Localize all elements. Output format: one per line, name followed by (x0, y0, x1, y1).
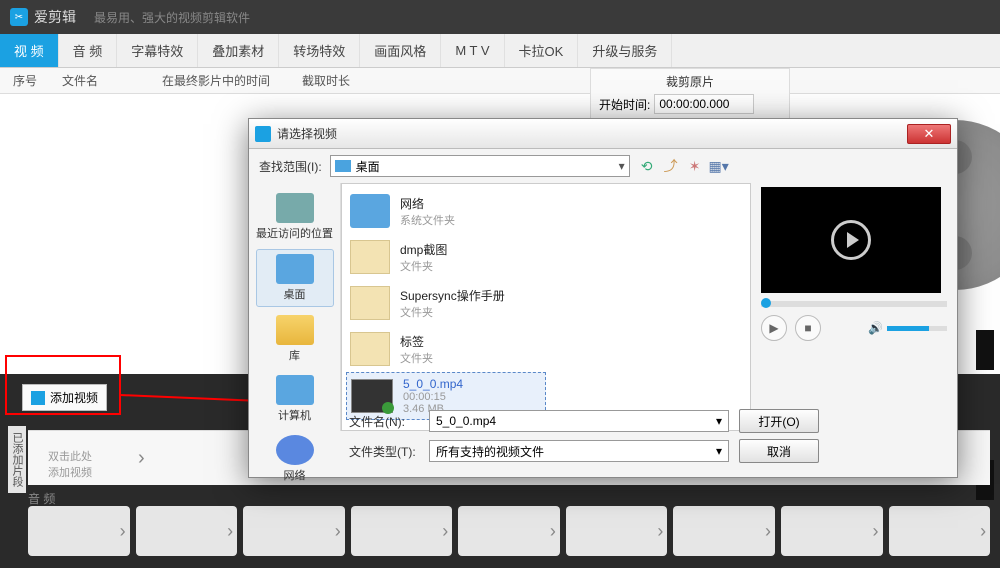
chevron-right-icon: › (442, 521, 448, 542)
desktop-icon (335, 160, 351, 172)
up-icon[interactable]: ⤴ (662, 157, 680, 175)
folder-icon (350, 240, 390, 274)
col-duration: 截取时长 (290, 72, 390, 89)
file-open-dialog: 请选择视频 ✕ 查找范围(I): 桌面 ▾ ⟲ ⤴ ✶ ▦▾ 最近访问的位置 桌… (248, 118, 958, 478)
speaker-icon: 🔊 (868, 321, 883, 335)
preview-pane: ▶ ■ 🔊 (757, 183, 957, 431)
look-in-label: 查找范围(I): (259, 158, 322, 175)
close-button[interactable]: ✕ (907, 124, 951, 144)
tab-upgrade[interactable]: 升级与服务 (578, 34, 672, 67)
clip-slot[interactable]: › (889, 506, 991, 556)
col-filename: 文件名 (50, 72, 150, 89)
dialog-titlebar: 请选择视频 ✕ (249, 119, 957, 149)
video-thumb-icon (351, 379, 393, 413)
clip-slot[interactable]: › (781, 506, 883, 556)
filetype-dropdown[interactable]: 所有支持的视频文件▾ (429, 440, 729, 462)
place-library[interactable]: 库 (256, 311, 334, 367)
crop-panel: 裁剪原片 开始时间: (590, 68, 790, 119)
play-icon (831, 220, 871, 260)
app-header: ✂ 爱剪辑 最易用、强大的视频剪辑软件 (0, 0, 1000, 34)
app-name: 爱剪辑 (34, 7, 76, 27)
main-tabs: 视 频 音 频 字幕特效 叠加素材 转场特效 画面风格 M T V 卡拉OK 升… (0, 34, 1000, 68)
place-network[interactable]: 网络 (256, 431, 334, 487)
view-menu-icon[interactable]: ▦▾ (710, 157, 728, 175)
audio-track-label: 音 频 (28, 490, 55, 507)
chevron-right-icon: › (138, 447, 145, 470)
add-video-button[interactable]: 添加视频 (22, 384, 107, 411)
new-folder-icon[interactable]: ✶ (686, 157, 704, 175)
places-bar: 最近访问的位置 桌面 库 计算机 网络 (249, 183, 341, 431)
place-computer[interactable]: 计算机 (256, 371, 334, 427)
chevron-right-icon: › (873, 521, 879, 542)
volume-control[interactable]: 🔊 (868, 321, 947, 335)
dialog-toolbar: 查找范围(I): 桌面 ▾ ⟲ ⤴ ✶ ▦▾ (249, 149, 957, 183)
file-list[interactable]: 网络系统文件夹 dmp截图文件夹 Supersync操作手册文件夹 标签文件夹 … (341, 183, 751, 431)
crop-start-label: 开始时间: (599, 96, 650, 113)
crop-start-input[interactable] (654, 94, 754, 114)
clip-slot[interactable]: › (673, 506, 775, 556)
side-marker (976, 330, 994, 370)
chevron-down-icon: ▾ (619, 159, 625, 173)
add-hint: 双击此处添加视频 (48, 448, 92, 480)
file-item[interactable]: Supersync操作手册文件夹 (346, 280, 746, 326)
col-time-in-final: 在最终影片中的时间 (150, 72, 290, 89)
crop-title: 裁剪原片 (599, 73, 781, 94)
stop-button[interactable]: ■ (795, 315, 821, 341)
tab-audio[interactable]: 音 频 (59, 34, 118, 67)
place-recent[interactable]: 最近访问的位置 (256, 189, 334, 245)
track-label: 已添加片段 (8, 426, 26, 493)
film-icon (31, 391, 45, 405)
look-in-value: 桌面 (356, 158, 380, 175)
folder-icon (350, 332, 390, 366)
preview-seek[interactable] (761, 301, 947, 307)
chevron-right-icon: › (120, 521, 126, 542)
tab-subtitle[interactable]: 字幕特效 (117, 34, 198, 67)
preview-video[interactable] (761, 187, 941, 293)
col-index: 序号 (0, 72, 50, 89)
tab-overlay[interactable]: 叠加素材 (198, 34, 279, 67)
tab-video[interactable]: 视 频 (0, 34, 59, 67)
chevron-right-icon: › (335, 521, 341, 542)
file-item[interactable]: 标签文件夹 (346, 326, 746, 372)
filename-label: 文件名(N): (349, 413, 419, 430)
clip-slot[interactable]: › (566, 506, 668, 556)
chevron-right-icon: › (765, 521, 771, 542)
filetype-label: 文件类型(T): (349, 443, 419, 460)
app-slogan: 最易用、强大的视频剪辑软件 (94, 9, 250, 26)
file-item[interactable]: dmp截图文件夹 (346, 234, 746, 280)
chevron-right-icon: › (227, 521, 233, 542)
back-icon[interactable]: ⟲ (638, 157, 656, 175)
tab-karaoke[interactable]: 卡拉OK (505, 34, 579, 67)
chevron-right-icon: › (550, 521, 556, 542)
chevron-right-icon: › (657, 521, 663, 542)
volume-slider[interactable] (887, 326, 947, 331)
chevron-right-icon: › (980, 521, 986, 542)
clip-table-header: 序号 文件名 在最终影片中的时间 截取时长 (0, 68, 1000, 94)
place-desktop[interactable]: 桌面 (256, 249, 334, 307)
chevron-down-icon: ▾ (716, 444, 722, 458)
tab-transition[interactable]: 转场特效 (279, 34, 360, 67)
clip-slot[interactable]: › (28, 506, 130, 556)
open-button[interactable]: 打开(O) (739, 409, 819, 433)
filename-input[interactable]: 5_0_0.mp4▾ (429, 410, 729, 432)
clip-slot[interactable]: › (458, 506, 560, 556)
look-in-dropdown[interactable]: 桌面 ▾ (330, 155, 630, 177)
dialog-icon (255, 126, 271, 142)
cancel-button[interactable]: 取消 (739, 439, 819, 463)
clip-slot[interactable]: › (351, 506, 453, 556)
clip-slot[interactable]: › (243, 506, 345, 556)
dialog-title: 请选择视频 (277, 125, 907, 142)
app-logo-icon: ✂ (10, 8, 28, 26)
tab-style[interactable]: 画面风格 (360, 34, 441, 67)
play-button[interactable]: ▶ (761, 315, 787, 341)
tab-mtv[interactable]: M T V (441, 34, 504, 67)
folder-icon (350, 286, 390, 320)
clip-strip: › › › › › › › › › (28, 506, 990, 556)
clip-slot[interactable]: › (136, 506, 238, 556)
file-item[interactable]: 网络系统文件夹 (346, 188, 746, 234)
network-icon (350, 194, 390, 228)
add-video-label: 添加视频 (50, 389, 98, 406)
chevron-down-icon: ▾ (716, 414, 722, 428)
